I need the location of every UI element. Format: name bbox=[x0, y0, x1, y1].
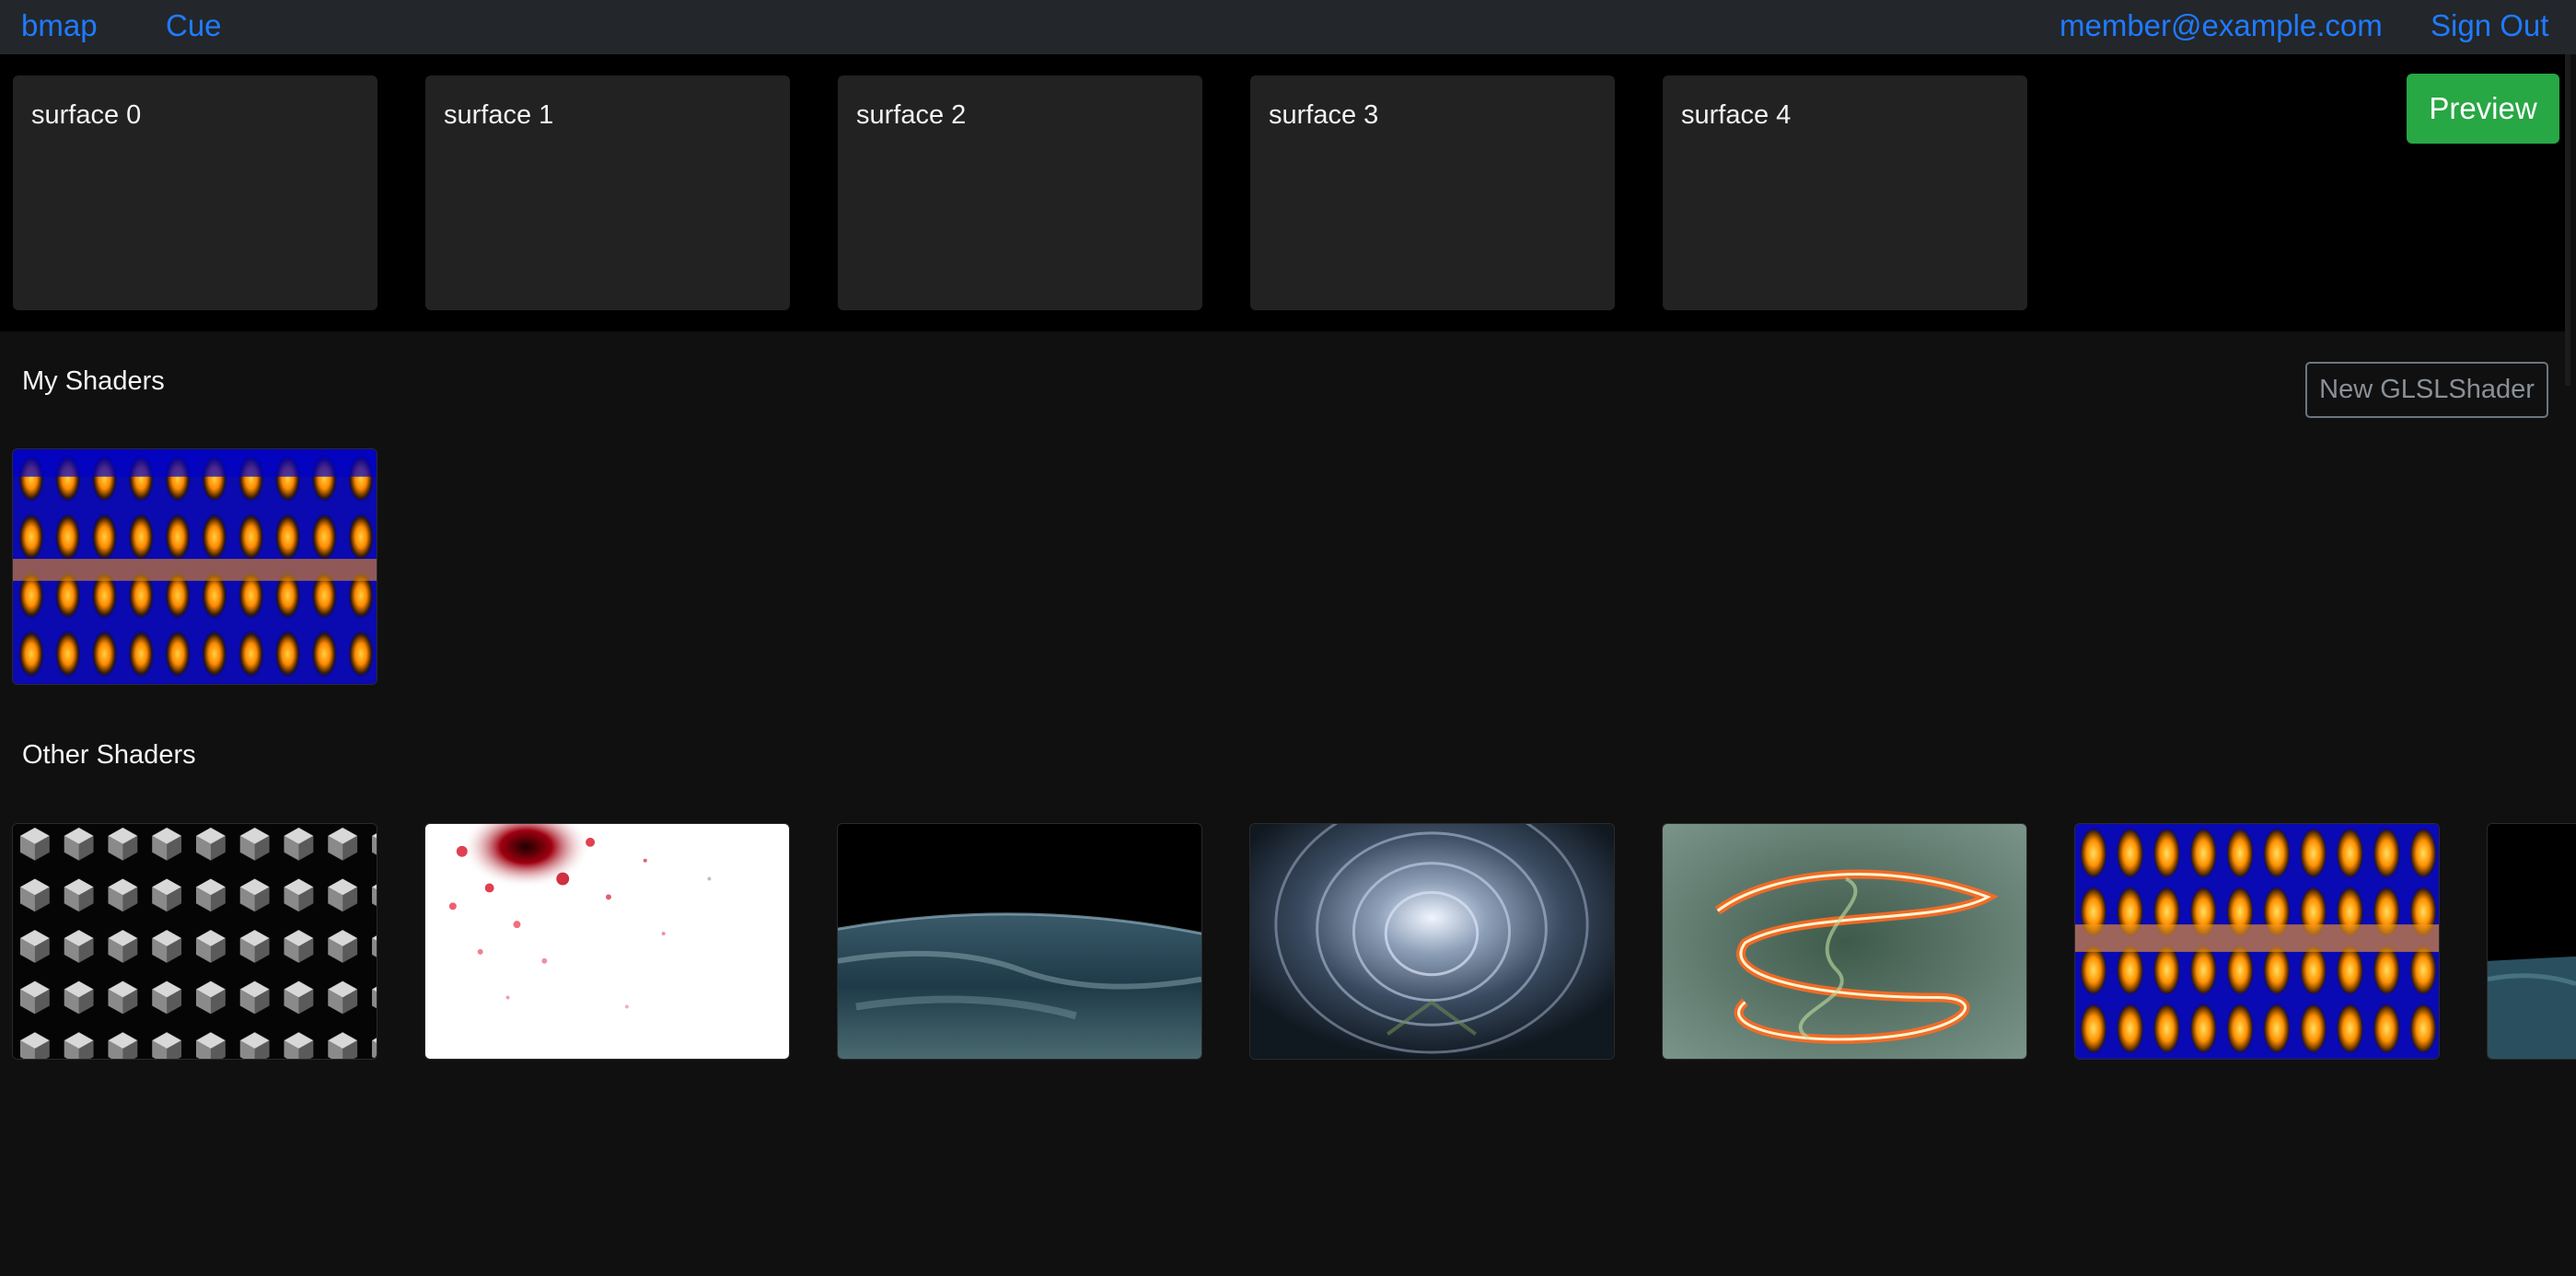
sign-out-link[interactable]: Sign Out bbox=[2431, 0, 2548, 54]
shader-thumbnail-partial[interactable] bbox=[2487, 823, 2576, 1060]
shader-thumbnail-waves[interactable] bbox=[2074, 823, 2440, 1060]
partial-dark-thumbnail bbox=[2488, 824, 2576, 1059]
fractal-tunnel bbox=[1250, 824, 1614, 1059]
surface-label: surface 3 bbox=[1269, 100, 1379, 130]
scrollbar-track[interactable] bbox=[2565, 54, 2570, 386]
navbar: bmap Cue member@example.com Sign Out bbox=[0, 0, 2576, 54]
surface-label: surface 2 bbox=[856, 100, 967, 130]
my-shaders-title: My Shaders bbox=[22, 366, 165, 396]
cue-link[interactable]: Cue bbox=[166, 0, 222, 54]
surface-card-4[interactable]: surface 4 bbox=[1663, 75, 2027, 310]
preview-button[interactable]: Preview bbox=[2407, 74, 2559, 144]
other-shaders-title: Other Shaders bbox=[22, 740, 196, 770]
earth-horizon bbox=[838, 824, 1201, 1059]
surface-label: surface 1 bbox=[444, 100, 554, 130]
shader-thumbnail-particles[interactable] bbox=[424, 823, 790, 1060]
shader-thumbnail-tunnel[interactable] bbox=[1249, 823, 1615, 1060]
surface-card-3[interactable]: surface 3 bbox=[1250, 75, 1615, 310]
surface-card-2[interactable]: surface 2 bbox=[838, 75, 1202, 310]
shader-thumbnail-spiral[interactable] bbox=[1662, 823, 2027, 1060]
shader-thumbnail-earth[interactable] bbox=[837, 823, 1202, 1060]
user-email-link[interactable]: member@example.com bbox=[2060, 0, 2383, 54]
grey-cubes-pattern bbox=[13, 824, 377, 1059]
surface-label: surface 4 bbox=[1681, 100, 1792, 130]
my-shader-thumbnail[interactable] bbox=[12, 448, 377, 685]
blue-orange-wave-pattern bbox=[13, 449, 377, 684]
brand-link[interactable]: bmap bbox=[21, 0, 98, 54]
surface-label: surface 0 bbox=[31, 100, 142, 130]
surface-card-0[interactable]: surface 0 bbox=[13, 75, 377, 310]
glowing-spiral-trail bbox=[1663, 824, 2026, 1059]
blue-orange-wave-pattern bbox=[2075, 824, 2439, 1059]
red-particle-burst bbox=[425, 824, 789, 1059]
new-glsl-shader-button[interactable]: New GLSLShader bbox=[2305, 362, 2548, 418]
shader-thumbnail-cubes[interactable] bbox=[12, 823, 377, 1060]
surface-card-1[interactable]: surface 1 bbox=[425, 75, 790, 310]
